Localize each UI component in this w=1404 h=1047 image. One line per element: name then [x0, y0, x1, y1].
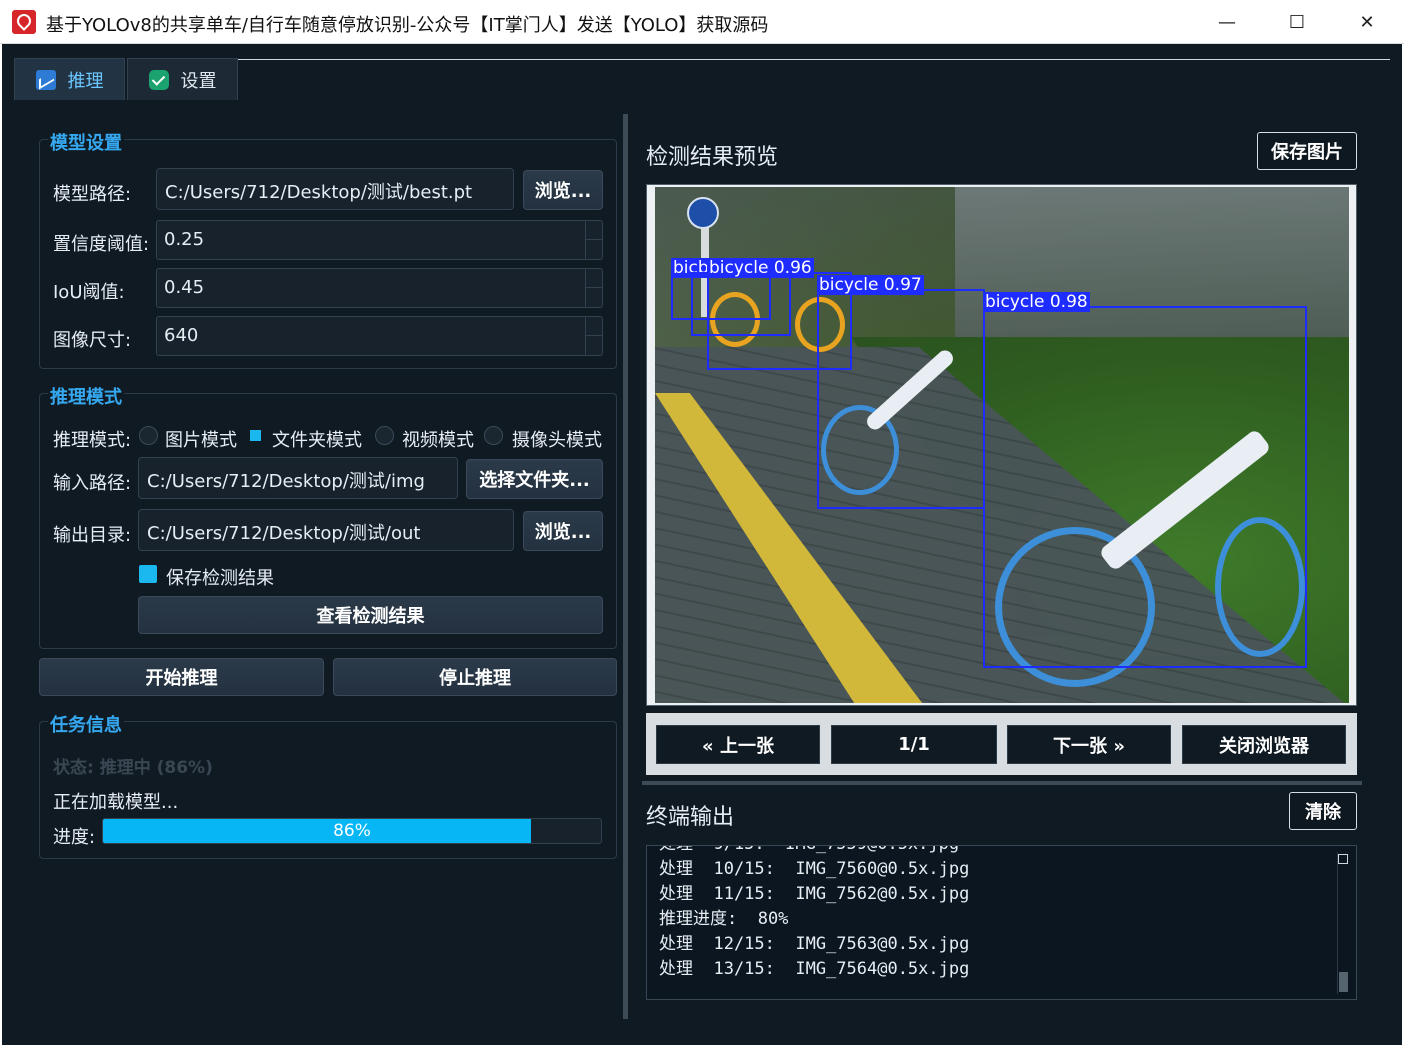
- traffic-sign: [687, 197, 719, 229]
- radio-video-mode[interactable]: [375, 426, 394, 445]
- iou-spinbox[interactable]: 0.45: [156, 268, 603, 308]
- vertical-splitter[interactable]: [623, 114, 628, 1019]
- model-path-label: 模型路径:: [53, 184, 132, 205]
- terminal-line: 处理 11/15: IMG_7562@0.5x.jpg: [659, 884, 970, 904]
- minimize-button[interactable]: —: [1192, 0, 1262, 44]
- horizontal-splitter[interactable]: [642, 781, 1362, 785]
- detection-label: bicycle 0.96: [707, 258, 814, 278]
- radio-video-mode-label: 视频模式: [402, 430, 474, 451]
- confidence-label: 置信度阈值:: [53, 234, 150, 255]
- app-logo-icon: [12, 10, 36, 34]
- select-folder-button[interactable]: 选择文件夹...: [466, 459, 603, 499]
- chart-icon: [35, 69, 56, 90]
- radio-image-mode-label: 图片模式: [165, 430, 237, 451]
- main-window: 推理 设置 模型设置 模型路径: C:/Users/712/Desktop/测试…: [2, 44, 1402, 1045]
- view-results-button[interactable]: 查看检测结果: [138, 596, 603, 634]
- image-size-spinbox[interactable]: 640: [156, 316, 603, 356]
- terminal-output[interactable]: 处理 9/15: IMG_7559@0.5x.jpg 处理 10/15: IMG…: [646, 845, 1357, 1000]
- detection-image: bicb bicycle 0.96 bicycle 0.97 bicycle 0…: [655, 187, 1349, 703]
- output-dir-input[interactable]: C:/Users/712/Desktop/测试/out: [138, 509, 514, 551]
- detection-label: bicycle 0.97: [817, 275, 924, 295]
- prev-image-button[interactable]: « 上一张: [656, 725, 820, 764]
- tab-settings[interactable]: 设置: [127, 58, 238, 100]
- terminal-lines: 处理 9/15: IMG_7559@0.5x.jpg 处理 10/15: IMG…: [659, 846, 970, 982]
- terminal-scrollbar[interactable]: [1337, 852, 1348, 994]
- detection-box: [817, 289, 985, 509]
- radio-folder-mode-label: 文件夹模式: [272, 430, 362, 451]
- check-icon: [148, 69, 169, 90]
- save-image-button[interactable]: 保存图片: [1257, 132, 1357, 170]
- task-info-title: 任务信息: [48, 711, 124, 737]
- terminal-line: 处理 13/15: IMG_7564@0.5x.jpg: [659, 959, 970, 979]
- title-bar: 基于YOLOv8的共享单车/自行车随意停放识别-公众号【IT掌门人】发送【YOL…: [0, 0, 1404, 44]
- output-dir-label: 输出目录:: [53, 525, 132, 546]
- image-size-label: 图像尺寸:: [53, 330, 132, 351]
- mode-label: 推理模式:: [53, 430, 132, 451]
- input-path-input[interactable]: C:/Users/712/Desktop/测试/img: [138, 457, 458, 499]
- save-results-checkbox[interactable]: [139, 565, 157, 583]
- image-size-value: 640: [164, 325, 199, 346]
- iou-stepper-arrows[interactable]: [585, 269, 603, 307]
- preview-area: bicb bicycle 0.96 bicycle 0.97 bicycle 0…: [646, 184, 1357, 706]
- terminal-title: 终端输出: [646, 805, 735, 830]
- stop-inference-button[interactable]: 停止推理: [333, 658, 617, 696]
- radio-camera-mode[interactable]: [484, 426, 503, 445]
- tab-inference[interactable]: 推理: [14, 58, 125, 100]
- clear-terminal-button[interactable]: 清除: [1289, 792, 1357, 830]
- start-inference-button[interactable]: 开始推理: [39, 658, 324, 696]
- radio-folder-mode[interactable]: [250, 430, 261, 441]
- terminal-line: 处理 12/15: IMG_7563@0.5x.jpg: [659, 934, 970, 954]
- tab-bar: 推理 设置: [14, 58, 240, 100]
- detection-box: [983, 306, 1307, 668]
- page-indicator: 1/1: [831, 725, 997, 764]
- model-browse-button[interactable]: 浏览...: [523, 170, 603, 210]
- terminal-line: 处理 9/15: IMG_7559@0.5x.jpg: [659, 846, 969, 857]
- scroll-up-arrow-icon[interactable]: [1338, 854, 1348, 864]
- image-size-stepper-arrows[interactable]: [585, 317, 603, 355]
- status-message: 正在加载模型...: [53, 792, 179, 813]
- radio-image-mode[interactable]: [139, 426, 158, 445]
- progress-label: 进度:: [53, 827, 96, 848]
- terminal-line: 推理进度: 80%: [659, 909, 789, 929]
- iou-value: 0.45: [164, 277, 205, 298]
- model-path-input[interactable]: C:/Users/712/Desktop/测试/best.pt: [156, 168, 514, 210]
- confidence-spinbox[interactable]: 0.25: [156, 220, 603, 260]
- confidence-value: 0.25: [164, 229, 205, 250]
- inference-mode-title: 推理模式: [48, 383, 124, 409]
- model-settings-title: 模型设置: [48, 129, 124, 155]
- detection-label: bicycle 0.98: [983, 292, 1090, 312]
- terminal-line: 处理 10/15: IMG_7560@0.5x.jpg: [659, 859, 970, 879]
- close-button[interactable]: ✕: [1332, 0, 1402, 44]
- window-title: 基于YOLOv8的共享单车/自行车随意停放识别-公众号【IT掌门人】发送【YOL…: [46, 15, 769, 36]
- close-browser-button[interactable]: 关闭浏览器: [1182, 725, 1346, 764]
- image-navigation-bar: « 上一张 1/1 下一张 » 关闭浏览器: [646, 713, 1357, 775]
- input-path-label: 输入路径:: [53, 473, 132, 494]
- progress-text: 86%: [333, 821, 371, 841]
- tab-inference-label: 推理: [67, 70, 104, 92]
- scrollbar-thumb[interactable]: [1339, 972, 1348, 992]
- next-image-button[interactable]: 下一张 »: [1007, 725, 1171, 764]
- preview-title: 检测结果预览: [646, 145, 779, 170]
- tab-divider: [238, 59, 1390, 60]
- save-results-label: 保存检测结果: [166, 568, 274, 589]
- iou-label: IoU阈值:: [53, 282, 125, 303]
- confidence-stepper-arrows[interactable]: [585, 221, 603, 259]
- output-browse-button[interactable]: 浏览...: [523, 511, 603, 551]
- maximize-button[interactable]: ☐: [1262, 0, 1332, 44]
- status-text: 状态: 推理中 (86%): [53, 758, 213, 778]
- radio-camera-mode-label: 摄像头模式: [512, 430, 602, 451]
- progress-bar: 86%: [102, 818, 602, 844]
- tab-settings-label: 设置: [180, 70, 217, 92]
